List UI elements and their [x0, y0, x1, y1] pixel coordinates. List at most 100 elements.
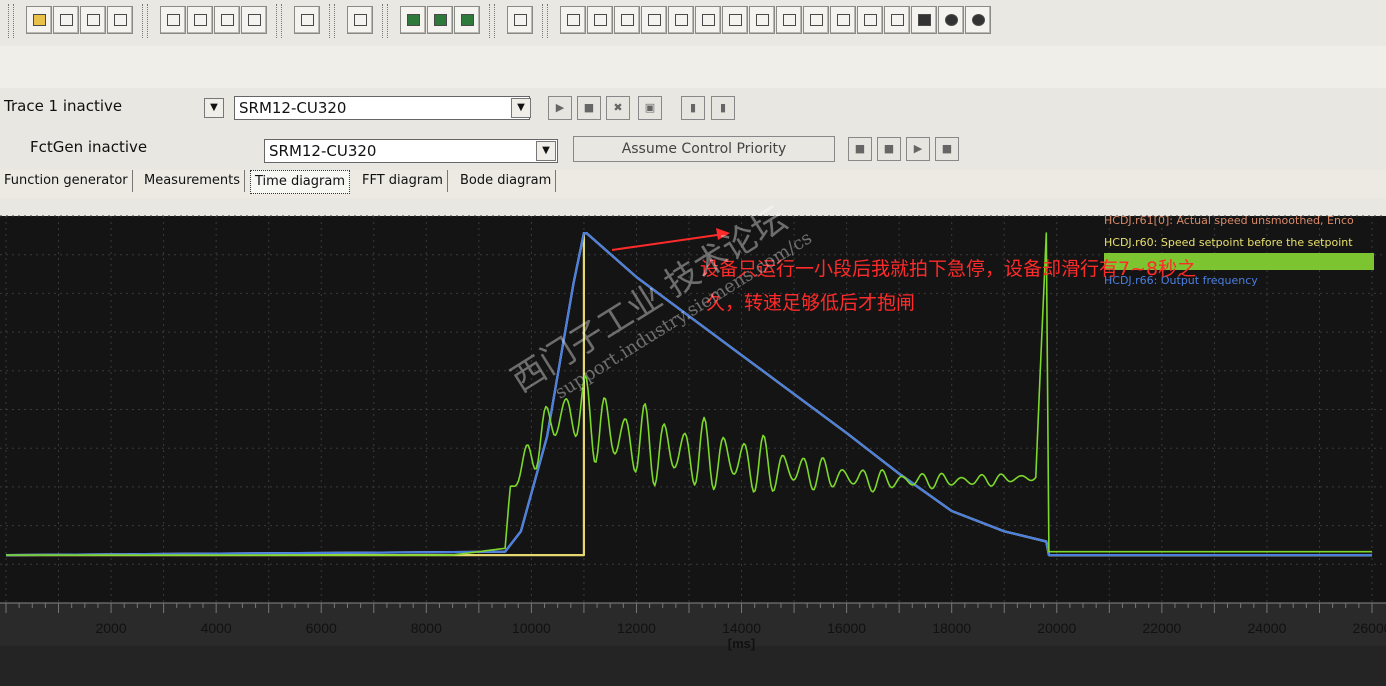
x-tick-label: 14000 — [722, 620, 761, 636]
user-icon-glyph — [354, 14, 367, 26]
compare-icon[interactable] — [107, 6, 133, 34]
download-icon[interactable] — [53, 6, 79, 34]
graph2-icon-glyph — [756, 14, 769, 26]
grid-icon[interactable] — [560, 6, 586, 34]
trace-right-icon[interactable]: ▮ — [711, 96, 735, 120]
x-tick-label: 16000 — [827, 620, 866, 636]
lines-icon[interactable] — [830, 6, 856, 34]
circle-icon-glyph — [945, 14, 958, 26]
connect-icon[interactable] — [160, 6, 186, 34]
graph1-icon[interactable] — [722, 6, 748, 34]
x-tick-label: 18000 — [932, 620, 971, 636]
x-tick-label: 20000 — [1037, 620, 1076, 636]
view-tabs: Function generator Measurements Time diagr… — [0, 170, 1386, 194]
toolbar-separator — [142, 4, 148, 38]
x-axis-lower-band — [0, 646, 1386, 686]
data-icon[interactable] — [26, 6, 52, 34]
fctgen-square-icon[interactable]: ■ — [848, 137, 872, 161]
bars-icon[interactable] — [803, 6, 829, 34]
data-icon-glyph — [33, 14, 46, 26]
fctgen-status-label: FctGen inactive — [30, 138, 148, 156]
upload-icon[interactable] — [80, 6, 106, 34]
stop-square-icon-glyph — [918, 14, 931, 26]
graph2-icon[interactable] — [749, 6, 775, 34]
trace-save-icon[interactable]: ▣ — [638, 96, 662, 120]
fctgen-device-dropdown-icon[interactable]: ▼ — [536, 141, 556, 161]
ramp-icon[interactable] — [668, 6, 694, 34]
fctgen-device-value: SRM12-CU320 — [269, 142, 377, 160]
x-tick-label: 26000 — [1353, 620, 1386, 636]
screen-chart-icon-glyph — [461, 14, 474, 26]
fctgen-stop-icon[interactable]: ■ — [935, 137, 959, 161]
graph3-icon[interactable] — [776, 6, 802, 34]
fctgen-square2-icon[interactable]: ■ — [877, 137, 901, 161]
trace-stop-icon[interactable]: ■ — [577, 96, 601, 120]
lines-icon-glyph — [837, 14, 850, 26]
step-icon-glyph — [621, 14, 634, 26]
assume-control-priority-button[interactable]: Assume Control Priority — [573, 136, 835, 162]
screen-green-icon-glyph — [434, 14, 447, 26]
trace-device-select[interactable]: SRM12-CU320 — [234, 96, 530, 120]
ramp-icon-glyph — [675, 14, 688, 26]
toolbar-separator — [489, 4, 495, 38]
save-icon-glyph — [221, 14, 234, 26]
filter-icon[interactable] — [695, 6, 721, 34]
trace-device-dropdown-icon[interactable]: ▼ — [511, 98, 531, 118]
compile-icon[interactable] — [241, 6, 267, 34]
graph5-icon[interactable] — [884, 6, 910, 34]
trace-row: Trace 1 inactive ▼ SRM12-CU320 ▼ ▶ ■ ✖ ▣ ▮ ▮ — [0, 88, 1386, 130]
circle2-icon-glyph — [972, 14, 985, 26]
upload-icon-glyph — [87, 14, 100, 26]
toolbar-separator — [382, 4, 388, 38]
graph3-icon-glyph — [783, 14, 796, 26]
x-tick-label: 24000 — [1247, 620, 1286, 636]
trace-delete-icon[interactable]: ✖ — [606, 96, 630, 120]
circle2-icon[interactable] — [965, 6, 991, 34]
compare-icon-glyph — [114, 14, 127, 26]
fctgen-play-icon[interactable]: ▶ — [906, 137, 930, 161]
config-icon[interactable] — [294, 6, 320, 34]
bars-icon-glyph — [810, 14, 823, 26]
fctgen-row: FctGen inactive SRM12-CU320 ▼ Assume Con… — [0, 130, 1386, 170]
toolbar-spacer — [0, 46, 1386, 88]
tab-bode-diagram[interactable]: Bode diagram — [456, 170, 557, 192]
trace-status-label: Trace 1 inactive — [4, 97, 123, 115]
fctgen-device-select[interactable]: SRM12-CU320 — [264, 139, 558, 163]
x-tick-label: 6000 — [306, 620, 337, 636]
toolbar-separator — [276, 4, 282, 38]
tab-fft-diagram[interactable]: FFT diagram — [358, 170, 448, 192]
stop-square-icon[interactable] — [911, 6, 937, 34]
toolbar-separator — [542, 4, 548, 38]
graph4-icon-glyph — [864, 14, 877, 26]
legend-entry: HCDJ.r60: Speed setpoint before the setp… — [1104, 236, 1353, 249]
tab-function-generator[interactable]: Function generator — [0, 170, 133, 192]
screen-icon[interactable] — [400, 6, 426, 34]
x-axis-label: [ms] — [728, 636, 755, 651]
x-tick-label: 4000 — [201, 620, 232, 636]
trace-dropdown-button[interactable]: ▼ — [204, 98, 224, 118]
save-icon[interactable] — [214, 6, 240, 34]
align-icon[interactable] — [641, 6, 667, 34]
gear-icon[interactable] — [587, 6, 613, 34]
screen-chart-icon[interactable] — [454, 6, 480, 34]
list-icon[interactable] — [507, 6, 533, 34]
user-icon[interactable] — [347, 6, 373, 34]
x-tick-label: 2000 — [95, 620, 126, 636]
load-icon[interactable] — [187, 6, 213, 34]
config-icon-glyph — [301, 14, 314, 26]
grid-icon-glyph — [567, 14, 580, 26]
toolbar-separator — [8, 4, 14, 38]
tab-time-diagram[interactable]: Time diagram — [250, 170, 351, 194]
screen-green-icon[interactable] — [427, 6, 453, 34]
graph4-icon[interactable] — [857, 6, 883, 34]
x-tick-label: 12000 — [617, 620, 656, 636]
step-icon[interactable] — [614, 6, 640, 34]
graph1-icon-glyph — [729, 14, 742, 26]
align-icon-glyph — [648, 14, 661, 26]
trace-play-icon[interactable]: ▶ — [548, 96, 572, 120]
tab-measurements[interactable]: Measurements — [140, 170, 246, 192]
circle-icon[interactable] — [938, 6, 964, 34]
connect-icon-glyph — [167, 14, 180, 26]
compile-icon-glyph — [248, 14, 261, 26]
trace-left-icon[interactable]: ▮ — [681, 96, 705, 120]
